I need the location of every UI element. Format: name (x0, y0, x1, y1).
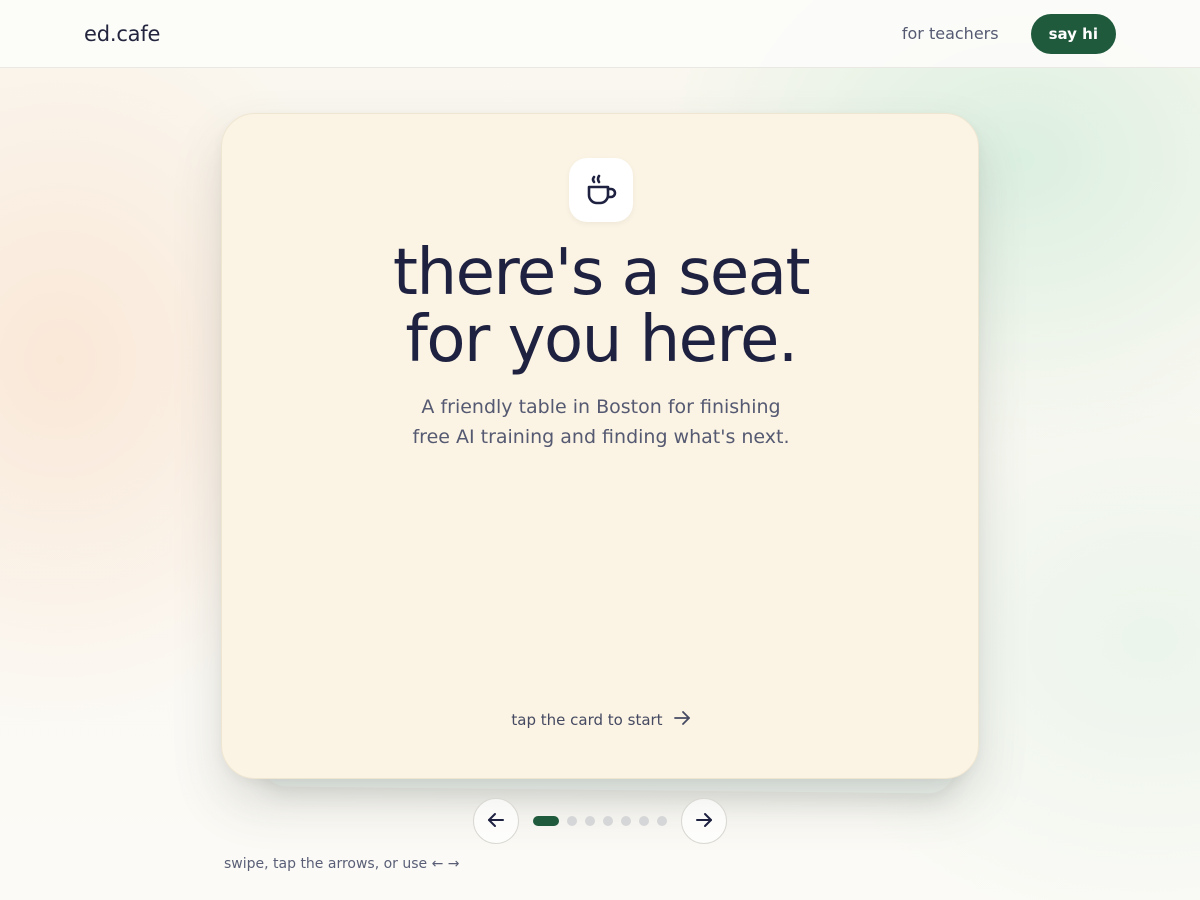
arrow-right-icon (673, 709, 691, 731)
say-hi-button[interactable]: say hi (1030, 13, 1116, 54)
slide-dot-active[interactable] (533, 816, 559, 826)
arrow-right-icon (694, 810, 714, 833)
previous-slide-button[interactable] (473, 798, 519, 844)
next-slide-button[interactable] (681, 798, 727, 844)
slide-dot[interactable] (657, 816, 667, 826)
intro-card[interactable]: there's a seat for you here. A friendly … (221, 113, 979, 779)
headline-line-2: for you here. (405, 303, 798, 377)
subtitle-line-1: A friendly table in Boston for finishing (421, 396, 781, 418)
slide-indicator (533, 816, 667, 826)
slide-dot[interactable] (621, 816, 631, 826)
page-title: there's a seat for you here. (222, 240, 980, 374)
carousel-controls (473, 798, 727, 844)
site-logo[interactable]: ed.cafe (84, 22, 160, 46)
slide-dot[interactable] (567, 816, 577, 826)
headline-line-1: there's a seat (392, 236, 811, 310)
header-nav: for teachers say hi (902, 13, 1116, 54)
card-subtitle: A friendly table in Boston for finishing… (222, 392, 980, 452)
start-hint[interactable]: tap the card to start (222, 709, 980, 731)
arrow-left-icon (486, 810, 506, 833)
top-navigation-bar: ed.cafe for teachers say hi (0, 0, 1200, 68)
subtitle-line-2: free AI training and finding what's next… (412, 426, 790, 448)
start-hint-label: tap the card to start (511, 711, 663, 729)
for-teachers-link[interactable]: for teachers (902, 24, 999, 43)
slide-dot[interactable] (639, 816, 649, 826)
navigation-hint: swipe, tap the arrows, or use ← → (224, 856, 460, 872)
coffee-cup-icon (569, 158, 633, 222)
slide-dot[interactable] (585, 816, 595, 826)
slide-dot[interactable] (603, 816, 613, 826)
